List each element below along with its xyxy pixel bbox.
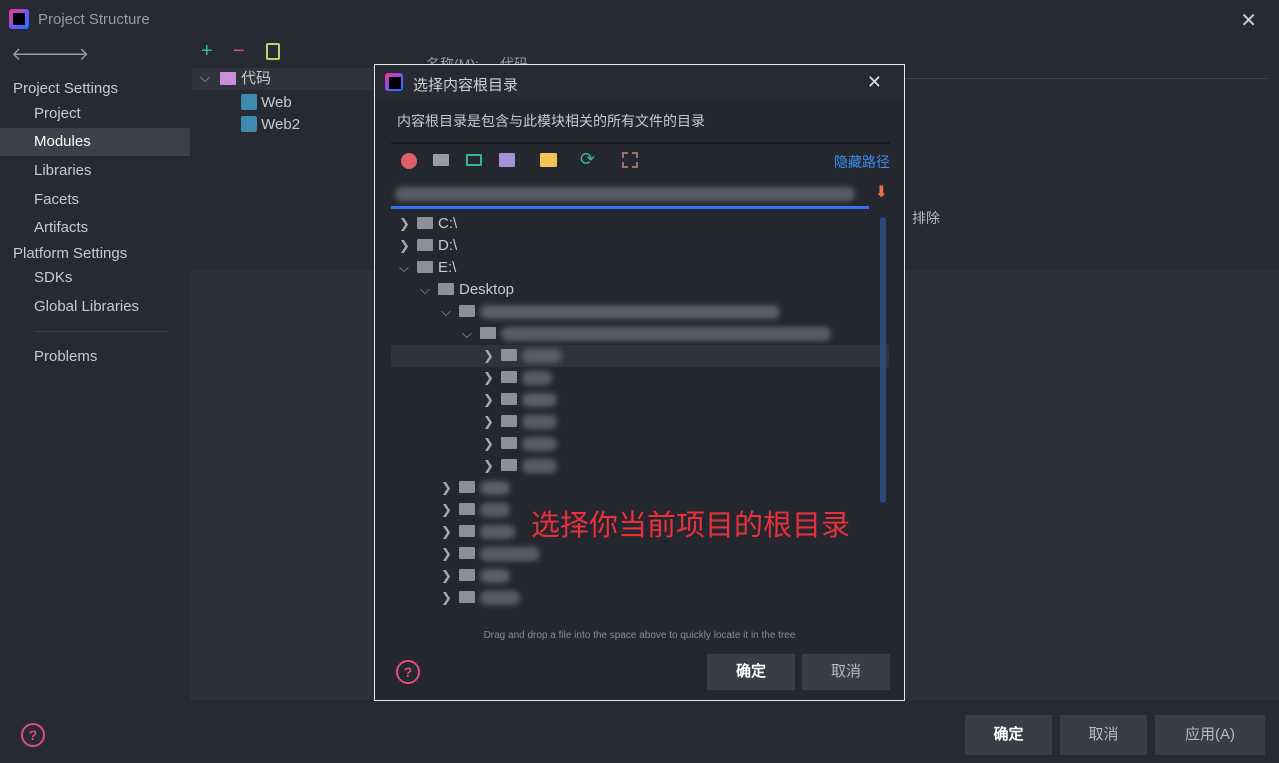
tree-item[interactable]: ❯ xyxy=(391,587,889,609)
chevron-down-icon[interactable]: ⌵ xyxy=(420,279,438,301)
divider xyxy=(900,78,1267,79)
dialog-description: 内容根目录是包含与此模块相关的所有文件的目录 xyxy=(397,113,705,129)
path-input[interactable] xyxy=(391,181,869,209)
cancel-button[interactable]: 取消 xyxy=(1060,715,1147,755)
intellij-logo-icon xyxy=(385,73,403,91)
folder-icon xyxy=(438,283,454,295)
remove-icon[interactable]: − xyxy=(233,40,245,63)
chevron-down-icon[interactable]: ⌵ xyxy=(200,70,210,86)
divider xyxy=(391,142,890,144)
tree-item-e[interactable]: ⌵ E:\ xyxy=(391,257,889,279)
dialog-title: 选择内容根目录 xyxy=(413,77,519,94)
module-folder-icon xyxy=(220,72,236,85)
tree-item[interactable]: ⌵ xyxy=(391,323,889,345)
chevron-down-icon[interactable]: ⌵ xyxy=(399,257,417,279)
home-icon[interactable] xyxy=(401,153,417,169)
module-name: 代码 xyxy=(241,70,272,87)
folder-icon xyxy=(417,261,433,273)
module-web2-label: Web2 xyxy=(261,116,301,133)
tree-item[interactable]: ❯ xyxy=(391,367,889,389)
module-row-web2[interactable]: Web2 xyxy=(241,114,300,136)
tree-item-selected[interactable]: ❯ xyxy=(391,345,889,367)
close-icon[interactable]: ✕ xyxy=(1240,8,1257,33)
web-facet-icon xyxy=(241,94,257,110)
help-icon[interactable]: ? xyxy=(396,660,420,684)
tree-item-c[interactable]: ❯ C:\ xyxy=(391,213,889,235)
chevron-right-icon[interactable]: ❯ xyxy=(399,235,417,257)
window-title: Project Structure xyxy=(38,11,150,28)
close-icon[interactable]: ✕ xyxy=(867,72,882,93)
refresh-icon[interactable]: ⟳ xyxy=(580,149,595,170)
sidebar-item-artifacts[interactable]: Artifacts xyxy=(0,214,190,242)
tree-item[interactable]: ❯ xyxy=(391,477,889,499)
tree-item-d[interactable]: ❯ D:\ xyxy=(391,235,889,257)
forward-arrow-icon[interactable]: 🡒 xyxy=(41,44,89,65)
ok-button[interactable]: 确定 xyxy=(965,715,1052,755)
download-icon[interactable]: ⬇ xyxy=(875,182,888,202)
tree-item[interactable]: ❯ xyxy=(391,389,889,411)
dialog-ok-button[interactable]: 确定 xyxy=(707,654,795,690)
project-settings-heading: Project Settings xyxy=(13,80,119,97)
dialog-title-bar: 选择内容根目录 ✕ xyxy=(375,65,904,101)
chevron-right-icon[interactable]: ❯ xyxy=(399,213,417,235)
module-folder-icon[interactable] xyxy=(499,153,515,167)
title-bar: Project Structure ✕ xyxy=(0,0,1279,38)
desktop-icon[interactable] xyxy=(433,154,449,166)
module-row-web[interactable]: Web xyxy=(241,92,292,114)
sidebar-item-problems[interactable]: Problems xyxy=(0,343,190,371)
blurred-path xyxy=(395,187,855,201)
tree-item-desktop[interactable]: ⌵ Desktop xyxy=(391,279,889,301)
tree-item[interactable]: ❯ xyxy=(391,565,889,587)
platform-settings-heading: Platform Settings xyxy=(13,245,128,262)
drag-hint: Drag and drop a file into the space abov… xyxy=(483,630,796,641)
exclude-checkbox-label[interactable]: 排除 xyxy=(912,208,940,228)
select-area-icon[interactable] xyxy=(622,152,638,168)
folder-icon xyxy=(417,239,433,251)
choose-content-root-dialog: 选择内容根目录 ✕ 内容根目录是包含与此模块相关的所有文件的目录 ⟳ 隐藏路径 … xyxy=(374,64,905,701)
apply-button[interactable]: 应用(A) xyxy=(1155,715,1265,755)
laptop-icon[interactable] xyxy=(466,154,482,166)
file-tree[interactable]: ❯ C:\ ❯ D:\ ⌵ E:\ ⌵ Desktop ⌵ ⌵ ❯ ❯ ❯ ❯ ❯ ❯ … xyxy=(391,213,889,643)
sidebar-item-global-libraries[interactable]: Global Libraries xyxy=(0,293,190,321)
tree-item[interactable]: ❯ xyxy=(391,411,889,433)
copy-icon[interactable] xyxy=(266,43,280,60)
intellij-logo-icon xyxy=(9,9,29,29)
sidebar-item-modules[interactable]: Modules xyxy=(0,128,190,156)
help-icon[interactable]: ? xyxy=(21,723,45,747)
sidebar-item-project[interactable]: Project xyxy=(0,100,190,128)
annotation-text: 选择你当前项目的根目录 xyxy=(531,510,851,542)
add-icon[interactable]: + xyxy=(201,40,213,63)
divider xyxy=(34,331,169,332)
sidebar-item-libraries[interactable]: Libraries xyxy=(0,157,190,185)
tree-item[interactable]: ❯ xyxy=(391,543,889,565)
web-facet-icon xyxy=(241,116,257,132)
dialog-cancel-button[interactable]: 取消 xyxy=(802,654,890,690)
scrollbar[interactable] xyxy=(880,217,886,503)
tree-item[interactable]: ⌵ xyxy=(391,301,889,323)
tree-item[interactable]: ❯ xyxy=(391,433,889,455)
sidebar-item-sdks[interactable]: SDKs xyxy=(0,264,190,292)
sidebar-item-facets[interactable]: Facets xyxy=(0,186,190,214)
tree-item[interactable]: ❯ xyxy=(391,455,889,477)
new-folder-icon[interactable] xyxy=(540,153,557,167)
module-web-label: Web xyxy=(261,94,292,111)
folder-icon xyxy=(417,217,433,229)
module-row-root[interactable]: ⌵ 代码 xyxy=(192,68,382,90)
hide-path-link[interactable]: 隐藏路径 xyxy=(834,152,890,172)
